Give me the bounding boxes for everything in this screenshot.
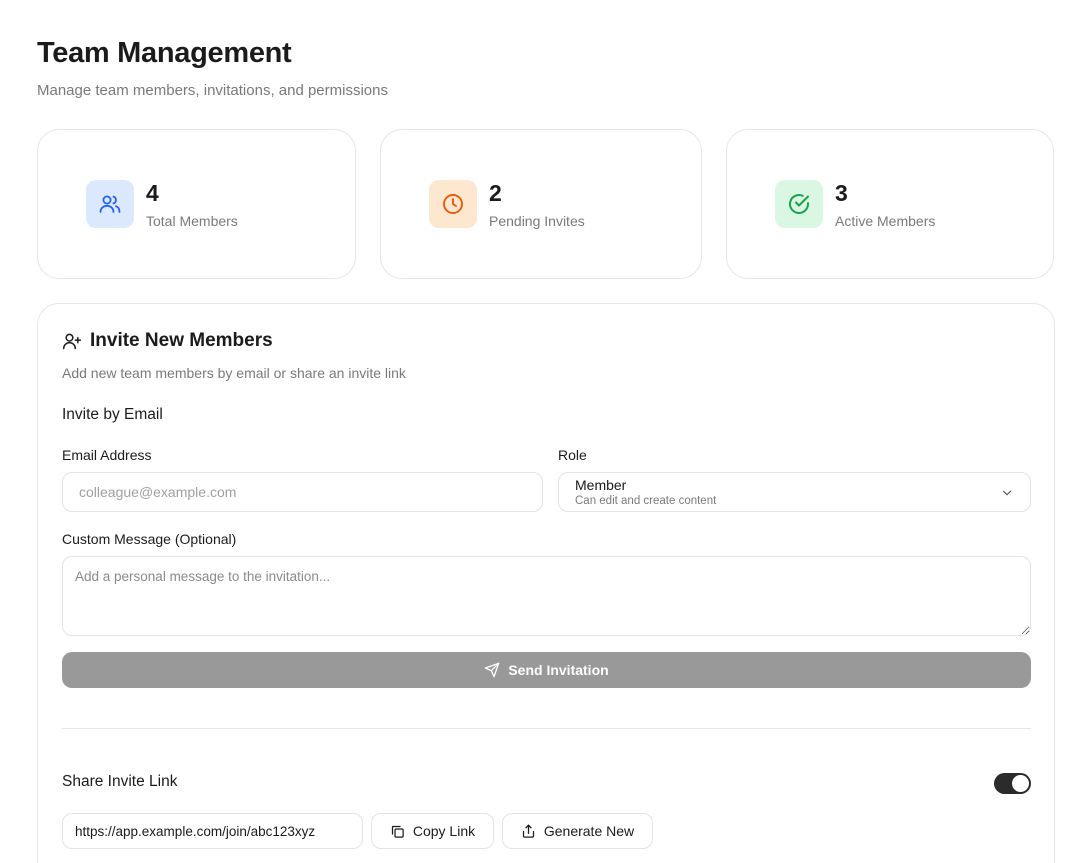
role-select[interactable]: Member Can edit and create content [558,472,1031,512]
users-icon [86,180,134,228]
stat-value: 2 [489,180,502,206]
message-label: Custom Message (Optional) [62,531,237,547]
share-icon [521,824,536,839]
stat-label: Active Members [835,213,936,229]
role-selected-value: Member [575,477,627,493]
stat-card-pending-invites: 2 Pending Invites [380,129,702,279]
stat-value: 3 [835,180,848,206]
stat-value: 4 [146,180,159,206]
generate-new-label: Generate New [543,823,635,839]
invite-card: Invite New Members Add new team members … [37,303,1055,863]
send-icon [484,662,500,678]
toggle-knob [1012,775,1029,792]
send-invitation-label: Send Invitation [508,662,609,678]
email-label: Email Address [62,447,152,463]
share-link-toggle[interactable] [994,773,1031,794]
invite-title: Invite New Members [90,330,273,351]
check-circle-icon [775,180,823,228]
role-description: Can edit and create content [575,495,717,507]
invite-description: Add new team members by email or share a… [62,365,406,381]
divider [62,728,1031,729]
stat-card-total-members: 4 Total Members [37,129,356,279]
send-invitation-button[interactable]: Send Invitation [62,652,1031,688]
stat-label: Total Members [146,213,238,229]
page-subtitle: Manage team members, invitations, and pe… [37,82,388,99]
chevron-down-icon [1000,486,1014,500]
stat-card-active-members: 3 Active Members [726,129,1054,279]
message-textarea[interactable] [62,556,1031,636]
page: Team Management Manage team members, inv… [0,0,1090,863]
copy-link-label: Copy Link [412,823,476,839]
clock-icon [429,180,477,228]
email-field[interactable] [62,472,543,512]
invite-header: Invite New Members [62,330,273,352]
copy-icon [390,824,405,839]
invite-link-field[interactable] [62,813,363,849]
generate-new-link-button[interactable]: Generate New [502,813,653,849]
user-plus-icon [62,331,82,351]
page-title: Team Management [37,37,292,69]
invite-by-email-heading: Invite by Email [62,406,163,423]
stat-label: Pending Invites [489,213,585,229]
share-invite-link-heading: Share Invite Link [62,773,178,790]
role-label: Role [558,447,587,463]
copy-link-button[interactable]: Copy Link [371,813,494,849]
